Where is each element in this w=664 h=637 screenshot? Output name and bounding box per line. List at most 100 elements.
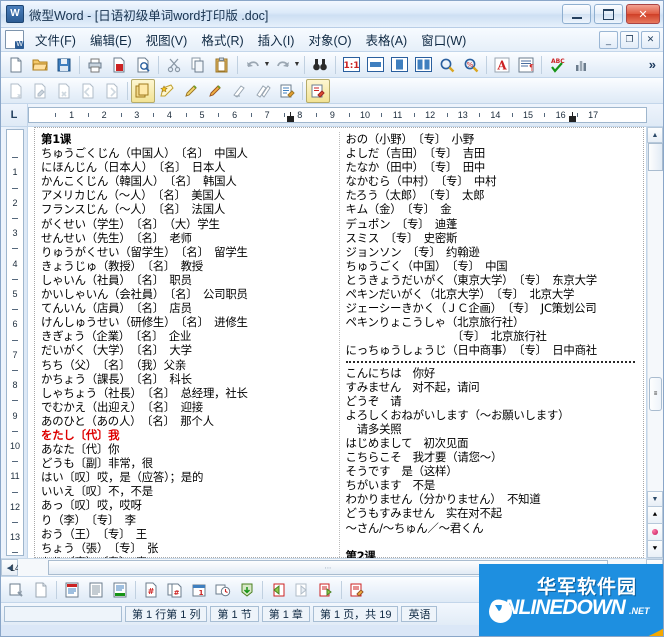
document-line[interactable]: いいえ〔叹〕不，不是 xyxy=(41,484,333,498)
document-line[interactable]: はじめまして 初次见面 xyxy=(346,436,638,450)
document-line[interactable]: かいしゃいん（会社員） 〔名〕 公司职员 xyxy=(41,287,333,301)
paste-icon[interactable] xyxy=(210,53,234,77)
document-line[interactable]: でむかえ（出迎え） 〔名〕 迎接 xyxy=(41,400,333,414)
two-page-icon[interactable] xyxy=(411,53,435,77)
document-line[interactable]: ちがいます 不是 xyxy=(346,478,638,492)
document-line[interactable]: よしだ（吉田） 〔专〕 吉田 xyxy=(346,146,638,160)
font-format-icon[interactable]: A xyxy=(490,53,514,77)
document-line[interactable]: 〔专〕 北京旅行社 xyxy=(346,329,638,343)
document-line[interactable]: すみません 对不起，请问 xyxy=(346,380,638,394)
document-line[interactable]: りゅうがくせい（留学生） 〔名〕 留学生 xyxy=(41,245,333,259)
document-line[interactable]: ちゅうごくじん（中国人） 〔名〕 中国人 xyxy=(41,146,333,160)
find-binoculars-icon[interactable] xyxy=(308,53,332,77)
toolbar-overflow-button[interactable]: » xyxy=(649,57,660,72)
link-previous-icon[interactable] xyxy=(314,578,338,602)
document-line[interactable]: ペキンだいがく（北京大学） 〔专〕 北京大学 xyxy=(346,287,638,301)
document-line[interactable]: 第1课 xyxy=(41,132,333,146)
document-line[interactable]: もり（森） 〔专〕 森 xyxy=(41,555,333,558)
new-document-icon[interactable] xyxy=(4,53,28,77)
document-line[interactable]: かんこくじん（韓国人） 〔名〕 韩国人 xyxy=(41,174,333,188)
save-icon[interactable] xyxy=(52,53,76,77)
tab-stop-selector[interactable]: L xyxy=(1,104,28,126)
minimize-button[interactable] xyxy=(562,4,591,24)
single-page-icon[interactable] xyxy=(387,53,411,77)
document-line[interactable]: デュポン 〔专〕 迪蓬 xyxy=(346,217,638,231)
split-grip[interactable]: ≡ xyxy=(649,377,662,411)
page-count-icon[interactable]: # xyxy=(163,578,187,602)
document-line[interactable]: せんせい（先生） 〔名〕 老师 xyxy=(41,231,333,245)
document-line[interactable]: わかりません（分かりません） 不知道 xyxy=(346,492,638,506)
cut-icon[interactable] xyxy=(162,53,186,77)
zoom-percent-icon[interactable]: % xyxy=(459,53,483,77)
menu-view[interactable]: 视图(V) xyxy=(139,28,195,51)
next-page-button[interactable]: ⯆ xyxy=(647,541,663,558)
status-language[interactable]: 英语 xyxy=(401,606,438,622)
document-right-column[interactable]: おの（小野） 〔专〕 小野 よしだ（吉田） 〔专〕 吉田 たなか（田中） 〔专〕 田… xyxy=(340,132,644,558)
menu-window[interactable]: 窗口(W) xyxy=(414,28,473,51)
document-line[interactable]: しゃいん（社員） 〔名〕 职员 xyxy=(41,273,333,287)
vertical-scrollbar[interactable]: ▲ ≡ ▼ ⯅ ⯆ xyxy=(646,127,663,558)
print-icon[interactable] xyxy=(83,53,107,77)
document-line[interactable]: スミス 〔专〕 史密斯 xyxy=(346,231,638,245)
menu-file[interactable]: 文件(F) xyxy=(28,28,83,51)
close-button[interactable]: ✕ xyxy=(626,4,660,24)
paragraph-format-icon[interactable]: ¶ xyxy=(514,53,538,77)
maximize-button[interactable] xyxy=(594,4,623,24)
document-line[interactable]: きょうじゅ（教授） 〔名〕 教授 xyxy=(41,259,333,273)
menu-format[interactable]: 格式(R) xyxy=(194,28,250,51)
status-line-column[interactable]: 第 1 行第 1 列 xyxy=(125,606,208,622)
document-line[interactable]: 第2课 xyxy=(346,549,638,558)
page-left-icon[interactable] xyxy=(76,79,100,103)
highlight-star-icon[interactable] xyxy=(155,79,179,103)
vertical-scroll-track[interactable]: ≡ xyxy=(647,143,663,491)
document-line[interactable]: はい〔叹〕哎，是（应答）；是的 xyxy=(41,470,333,484)
document-line[interactable]: あっ〔叹〕哎，哎呀 xyxy=(41,498,333,512)
document-line[interactable]: きぎょう（企業） 〔名〕 企业 xyxy=(41,329,333,343)
new-page-icon[interactable] xyxy=(4,79,28,103)
close-header-footer-icon[interactable] xyxy=(345,578,369,602)
document-line[interactable]: どうぞ 请 xyxy=(346,394,638,408)
vertical-scroll-thumb[interactable] xyxy=(648,143,663,171)
document-line[interactable]: ペキンりょこうしゃ（北京旅行社） xyxy=(346,315,638,329)
document-line[interactable]: かちょう（課長） 〔名〕 科长 xyxy=(41,372,333,386)
document-line[interactable]: なかむら（中村） 〔专〕 中村 xyxy=(346,174,638,188)
previous-section-icon[interactable] xyxy=(266,578,290,602)
footer-icon[interactable] xyxy=(108,578,132,602)
delete-page-icon[interactable] xyxy=(52,79,76,103)
select-browse-object-button[interactable] xyxy=(647,524,663,541)
document-line[interactable]: とうきょうだいがく（東京大学） 〔专〕 东京大学 xyxy=(346,273,638,287)
pencil-orange-icon[interactable] xyxy=(203,79,227,103)
document-line[interactable]: どうもすみません 实在对不起 xyxy=(346,506,638,520)
tab-stop-marker[interactable] xyxy=(569,112,576,122)
document-line[interactable]: あなた〔代〕你 xyxy=(41,442,333,456)
document-page[interactable]: 第1课 ちゅうごくじん（中国人） 〔名〕 中国人 にほんじん（日本人） 〔名〕 日本… xyxy=(34,127,644,558)
document-line[interactable]: キム（金） 〔专〕 金 xyxy=(346,202,638,216)
header-icon[interactable] xyxy=(60,578,84,602)
page-right-icon[interactable] xyxy=(100,79,124,103)
menu-insert[interactable]: 插入(I) xyxy=(251,28,302,51)
menu-edit[interactable]: 编辑(E) xyxy=(83,28,139,51)
copy-icon[interactable] xyxy=(186,53,210,77)
document-line[interactable]: けんしゅうせい（研修生） 〔名〕 进修生 xyxy=(41,315,333,329)
document-line[interactable]: そうです 是（这样） xyxy=(346,464,638,478)
document-line[interactable]: あのひと（あの人） 〔名〕 那个人 xyxy=(41,414,333,428)
annotate-red-icon[interactable] xyxy=(306,78,330,103)
document-line[interactable]: よろしくおねがいします（～お願いします） xyxy=(346,408,638,422)
document-line[interactable]: がくせい（学生） 〔名〕 （大）学生 xyxy=(41,217,333,231)
document-line[interactable]: をたし〔代〕我 xyxy=(41,428,333,442)
spell-check-icon[interactable]: ABC xyxy=(545,53,569,77)
edit-page-icon[interactable] xyxy=(28,79,52,103)
page-setup-icon[interactable] xyxy=(5,578,29,602)
vertical-ruler[interactable]: 1 2 3 4 5 6 7 8 9 10 11 12 13 14 xyxy=(1,127,28,573)
horizontal-ruler[interactable]: 1 2 3 4 5 6 7 8 9 10 11 12 13 14 15 16 17 xyxy=(28,107,647,123)
menu-table[interactable]: 表格(A) xyxy=(359,28,415,51)
annotate-icon[interactable] xyxy=(275,79,299,103)
scroll-down-button[interactable]: ▼ xyxy=(647,491,663,507)
status-section[interactable]: 第 1 节 xyxy=(210,606,259,622)
next-section-icon[interactable] xyxy=(290,578,314,602)
print-preview-icon[interactable] xyxy=(131,53,155,77)
document-line[interactable]: にほんじん（日本人） 〔名〕 日本人 xyxy=(41,160,333,174)
undo-icon[interactable] xyxy=(241,53,265,77)
blank-page-icon[interactable] xyxy=(29,578,53,602)
insert-time-icon[interactable] xyxy=(211,578,235,602)
